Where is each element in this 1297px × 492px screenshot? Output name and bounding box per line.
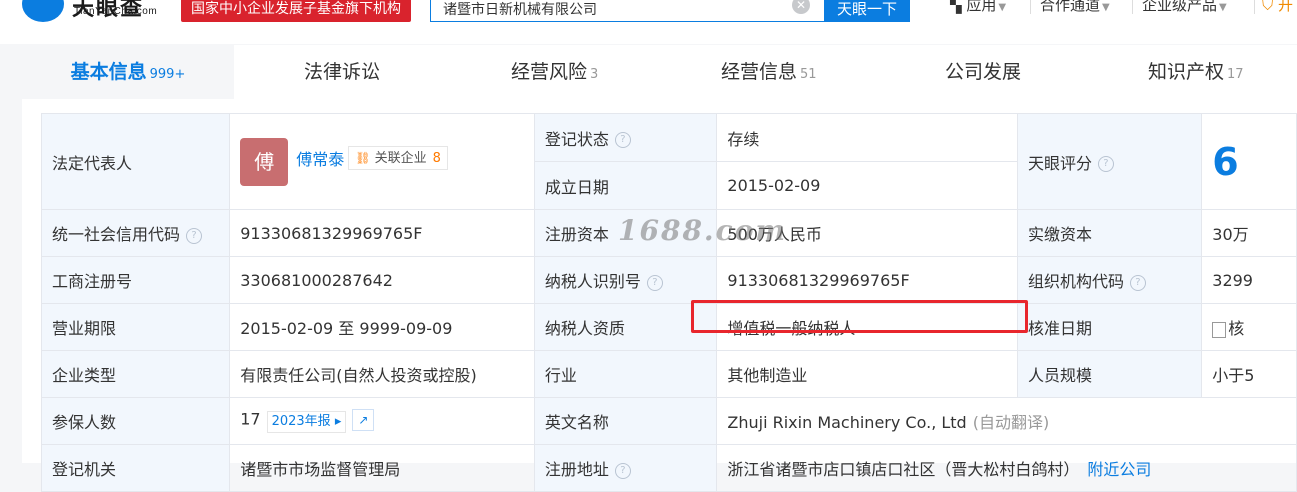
tab-count: 17: [1227, 67, 1244, 82]
english-name-label: 英文名称: [533, 397, 718, 445]
highlight-annotation-box: [691, 300, 1028, 333]
help-icon[interactable]: ?: [646, 274, 663, 291]
tab-business[interactable]: 经营信息 51: [721, 45, 817, 99]
help-icon[interactable]: ?: [614, 462, 631, 479]
nav-open[interactable]: ⛉ 开: [1262, 0, 1293, 15]
basic-info-table: 法定代表人 傅傅常泰 ⛓ 关联企业 8 登记状态? 存续 天眼评分? 6 成立日期 …: [40, 113, 1297, 492]
tab-basic-info[interactable]: 基本信息 999+: [22, 45, 234, 99]
logo-icon[interactable]: [22, 0, 64, 22]
taxpayer-id-label: 纳税人识别号?: [533, 256, 718, 304]
watermark: 1688.com: [618, 214, 788, 247]
staff-size-value: 小于5: [1201, 350, 1297, 398]
org-code-label: 组织机构代码?: [1016, 256, 1203, 304]
search-button[interactable]: 天眼一下: [824, 0, 910, 22]
tianyan-score-cell: 6: [1201, 113, 1297, 210]
insured-value: 17: [240, 409, 261, 429]
nav-enterprise-products[interactable]: 企业级产品 ▼: [1142, 0, 1227, 15]
insured-cell: 17 2023年报 ▸ ↗: [229, 397, 535, 445]
taxpayer-id-value: 91330681329969765F: [716, 256, 1018, 304]
top-bar: 天眼查 TianYanCha.com 国家中小企业发展子基金旗下机构 诸暨市日新…: [0, 0, 1297, 44]
tianyan-score-label: 天眼评分?: [1016, 113, 1203, 210]
tab-development[interactable]: 公司发展: [945, 45, 1021, 99]
divider: [1254, 0, 1255, 14]
reg-address-cell: 浙江省诸暨市店口镇店口社区（晋大松村白鸽村） 附近公司: [716, 444, 1297, 492]
staff-size-label: 人员规模: [1016, 350, 1203, 398]
legal-rep-name[interactable]: 傅常泰: [296, 150, 344, 169]
credit-code-value: 91330681329969765F: [229, 209, 535, 257]
related-companies-button[interactable]: ⛓ 关联企业 8: [348, 145, 448, 170]
industry-value: 其他制造业: [716, 350, 1018, 398]
paid-capital-value: 30万: [1201, 209, 1297, 257]
search-input[interactable]: 诸暨市日新机械有限公司: [430, 0, 826, 22]
found-date-value: 2015-02-09: [716, 161, 1018, 210]
apps-icon: ▚: [950, 0, 962, 14]
divider: [1132, 0, 1133, 14]
divider: [1030, 0, 1031, 14]
help-icon[interactable]: ?: [1129, 274, 1146, 291]
broken-image-icon: [1212, 321, 1227, 338]
english-name-value: Zhuji Rixin Machinery Co., Ltd: [727, 413, 967, 432]
reg-authority-label: 登记机关: [40, 444, 231, 492]
reg-address-label: 注册地址?: [533, 444, 718, 492]
tab-legal[interactable]: 法律诉讼: [304, 45, 380, 99]
legal-rep-label: 法定代表人: [40, 113, 231, 210]
help-icon[interactable]: ?: [1097, 156, 1114, 172]
trend-chart-icon[interactable]: ↗: [352, 409, 375, 432]
chevron-down-icon: ▼: [1102, 2, 1110, 13]
nav-cooperation[interactable]: 合作通道 ▼: [1040, 0, 1110, 15]
english-name-cell: Zhuji Rixin Machinery Co., Ltd (自动翻译): [716, 397, 1297, 445]
reg-authority-value: 诸暨市市场监督管理局: [229, 444, 535, 492]
promo-banner[interactable]: 国家中小企业发展子基金旗下机构: [181, 0, 411, 22]
biz-term-value: 2015-02-09 至 9999-09-09: [229, 303, 535, 351]
biz-reg-no-label: 工商注册号: [40, 256, 231, 304]
tab-count: 3: [590, 67, 599, 82]
credit-code-label: 统一社会信用代码?: [40, 209, 231, 257]
insured-label: 参保人数: [40, 397, 231, 445]
industry-label: 行业: [533, 350, 718, 398]
tab-bar: 基本信息 999+ 法律诉讼 经营风险 3 经营信息 51 公司发展 知识产权 17: [22, 45, 1297, 99]
approve-date-label: 核准日期: [1016, 303, 1203, 351]
biz-reg-no-value: 330681000287642: [229, 256, 535, 304]
caret-right-icon: ▸: [334, 413, 342, 429]
shield-icon: ⛉: [1262, 0, 1274, 14]
reg-status-value: 存续: [716, 113, 1018, 162]
reg-status-label: 登记状态?: [533, 113, 718, 162]
avatar[interactable]: 傅: [240, 137, 289, 186]
help-icon[interactable]: ?: [614, 132, 631, 148]
biz-term-label: 营业期限: [40, 303, 231, 351]
tab-count: 999+: [149, 67, 186, 82]
search-input-value[interactable]: 诸暨市日新机械有限公司: [443, 0, 597, 19]
auto-translate-note: (自动翻译): [972, 413, 1050, 432]
legal-rep-cell: 傅傅常泰 ⛓ 关联企业 8: [229, 113, 535, 210]
nav-apps[interactable]: ▚ 应用 ▼: [950, 0, 1006, 15]
chevron-down-icon: ▼: [1219, 2, 1227, 13]
company-type-value: 有限责任公司(自然人投资或控股): [229, 350, 535, 398]
company-type-label: 企业类型: [40, 350, 231, 398]
found-date-label: 成立日期: [533, 161, 718, 210]
org-tree-icon: ⛓: [355, 150, 371, 165]
tab-count: 51: [800, 67, 817, 82]
logo-subtitle: TianYanCha.com: [74, 6, 158, 17]
tab-risk[interactable]: 经营风险 3: [511, 45, 598, 99]
help-icon[interactable]: ?: [186, 227, 203, 244]
annual-report-button[interactable]: 2023年报 ▸: [266, 410, 347, 433]
paid-capital-label: 实缴资本: [1016, 209, 1203, 257]
org-code-value: 3299: [1201, 256, 1297, 304]
chevron-down-icon: ▼: [998, 2, 1007, 13]
tianyan-score-value[interactable]: 6: [1212, 140, 1238, 184]
approve-date-value: 核: [1201, 303, 1297, 351]
tab-ip[interactable]: 知识产权 17: [1148, 45, 1244, 99]
taxpayer-qual-label: 纳税人资质: [533, 303, 718, 351]
